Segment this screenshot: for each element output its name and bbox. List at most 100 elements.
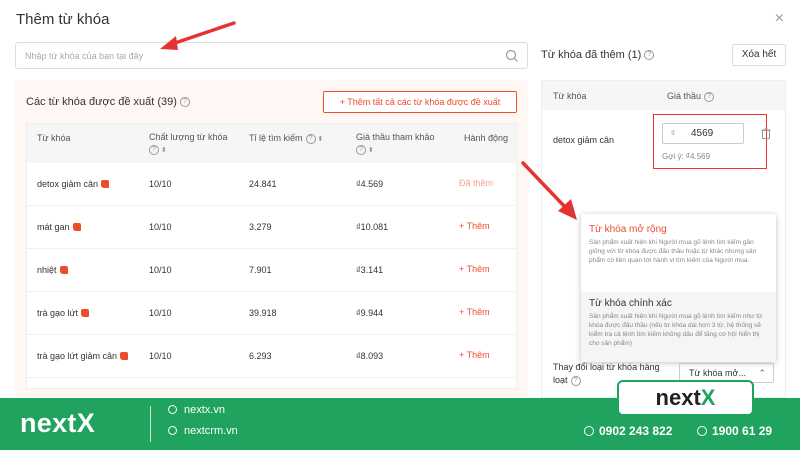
bid-cell: ₫10.081 [356,222,389,232]
keyword-text: trà gạo lứt [37,308,79,318]
currency-symbol: ₫ [671,129,676,138]
col-bid-label: Giá thầu tham khảo [356,132,435,142]
keyword-text: trà gạo lứt giảm cân [37,351,118,361]
added-keyword: detox giảm cân [553,135,615,145]
thumbs-up-icon [81,309,90,317]
bid-cell: ₫4.569 [356,179,384,189]
bid-cell: ₫9.944 [356,308,384,318]
rate-cell: 24.841 [249,179,277,189]
phone-icon [584,426,594,436]
table-row: nhiệt 10/10 7.901 ₫3.141 + Thêm [27,249,516,292]
modal-title: Thêm từ khóa [16,11,110,28]
table-row: trà gạo lứt 10/10 39.918 ₫9.944 + Thêm [27,292,516,335]
chevron-up-icon: ⌃ [758,368,766,378]
col-action: Hành động [464,133,509,143]
added-table-header: Từ khóa Giá thầu? [542,81,785,110]
col-keyword: Từ khóa [37,133,71,143]
col-bid[interactable]: Giá thầu tham khảo? ⬍ [356,131,435,157]
exact-match-title: Từ khóa chính xác [589,298,672,309]
add-keyword-button[interactable]: + Thêm [459,264,490,274]
bid-cell: ₫8.093 [356,351,384,361]
added-col-keyword: Từ khóa [553,91,587,101]
sort-icon[interactable]: ⬍ [318,136,324,143]
phone-2-text: 1900 61 29 [712,424,773,438]
brand-logo: nextX [20,408,96,438]
option-broad-match[interactable]: Từ khóa mở rộng Sản phẩm xuất hiện khi N… [581,214,776,292]
keyword-text: nhiệt [37,265,57,275]
keyword-search-input[interactable] [16,43,486,68]
rate-cell: 6.293 [249,351,272,361]
added-keywords-title: Từ khóa đã thêm (1)? [541,49,655,61]
added-label: Đã thêm [459,178,494,188]
link-nextcrm[interactable]: nextcrm.vn [168,425,238,437]
option-exact-match[interactable]: Từ khóa chính xác Sản phẩm xuất hiện khi… [581,292,776,362]
annotation-arrow-icon [521,161,577,220]
annotation-arrow-icon [160,21,236,50]
phone-1[interactable]: 0902 243 822 [584,424,672,438]
thumbs-up-icon [59,266,68,274]
added-title-text: Từ khóa đã thêm (1) [541,49,642,61]
thumbs-up-icon [120,352,129,360]
help-icon[interactable]: ? [644,50,655,61]
thumbs-up-icon [101,180,110,188]
keyword-text: detox giảm cân [37,179,99,189]
bid-suggestion: Gợi ý: ₫4.569 [662,152,711,161]
suggested-title: Các từ khóa được đề xuất (39)? [26,96,190,108]
nextx-logo-box: nextX [617,380,754,416]
clear-all-button[interactable]: Xóa hết [732,44,786,66]
keyword-cell: trà gạo lứt [37,308,90,318]
quality-cell: 10/10 [149,351,172,361]
keyword-search-box [15,42,528,69]
logo-x-text: X [700,385,716,410]
broad-match-desc: Sản phẩm xuất hiện khi Người mua gõ lệnh… [589,239,757,264]
close-icon[interactable]: × [775,10,784,28]
thumbs-up-icon [72,223,81,231]
add-keyword-button[interactable]: + Thêm [459,221,490,231]
quality-cell: 10/10 [149,222,172,232]
sort-icon[interactable]: ⬍ [368,147,374,154]
sort-icon[interactable]: ⬍ [161,147,167,154]
help-icon[interactable]: ? [570,375,581,386]
match-type-selected: Từ khóa mở... [689,368,746,378]
exact-match-desc: Sản phẩm xuất hiện khi Người mua gõ lệnh… [589,313,763,347]
added-col-bid-label: Giá thầu [667,91,702,101]
add-keyword-button[interactable]: + Thêm [459,307,490,317]
add-keyword-button[interactable]: + Thêm [459,350,490,360]
link-nextcrm-text: nextcrm.vn [184,425,238,437]
quality-cell: 10/10 [149,308,172,318]
rate-cell: 39.918 [249,308,277,318]
phone-2[interactable]: 1900 61 29 [697,424,772,438]
help-icon[interactable]: ? [356,144,366,155]
help-icon[interactable]: ? [704,91,715,102]
suggested-keywords-table: Từ khóa Chất lượng từ khóa? ⬍ Tỉ lệ tìm k… [26,123,517,389]
col-search-rate[interactable]: Tỉ lệ tìm kiếm? ⬍ [249,132,323,146]
col-quality[interactable]: Chất lượng từ khóa? ⬍ [149,131,228,157]
quality-cell: 10/10 [149,265,172,275]
rate-cell: 7.901 [249,265,272,275]
col-search-rate-label: Tỉ lệ tìm kiếm [249,133,303,143]
keyword-cell: trà gạo lứt giảm cân [37,351,129,361]
bid-input[interactable]: ₫ 4569 [662,123,744,144]
add-keyword-modal: Thêm từ khóa × Các từ khóa được đề xuất … [0,0,800,398]
table-row: mát gan 10/10 3.279 ₫10.081 + Thêm [27,206,516,249]
help-icon[interactable]: ? [179,97,190,108]
col-quality-label: Chất lượng từ khóa [149,132,228,142]
keyword-cell: detox giảm cân [37,179,110,189]
phone-1-text: 0902 243 822 [599,424,673,438]
logo-main-text: next [655,385,701,410]
keyword-cell: nhiệt [37,265,68,275]
link-nextx[interactable]: nextx.vn [168,404,225,416]
quality-cell: 10/10 [149,179,172,189]
trash-icon[interactable] [761,128,771,139]
suggested-keywords-panel: Các từ khóa được đề xuất (39)? + Thêm tấ… [15,80,528,398]
add-all-suggested-button[interactable]: + Thêm tất cả các từ khóa được đề xuất [323,91,517,113]
suggested-title-text: Các từ khóa được đề xuất (39) [26,96,177,108]
globe-icon [168,426,177,435]
search-icon[interactable] [505,49,519,63]
added-col-bid: Giá thầu? [667,90,715,102]
help-icon[interactable]: ? [149,144,159,155]
broad-match-title: Từ khóa mở rộng [589,224,667,235]
help-icon[interactable]: ? [305,133,316,144]
link-nextx-text: nextx.vn [184,404,225,416]
match-type-dropdown: Từ khóa mở rộng Sản phẩm xuất hiện khi N… [581,214,776,362]
